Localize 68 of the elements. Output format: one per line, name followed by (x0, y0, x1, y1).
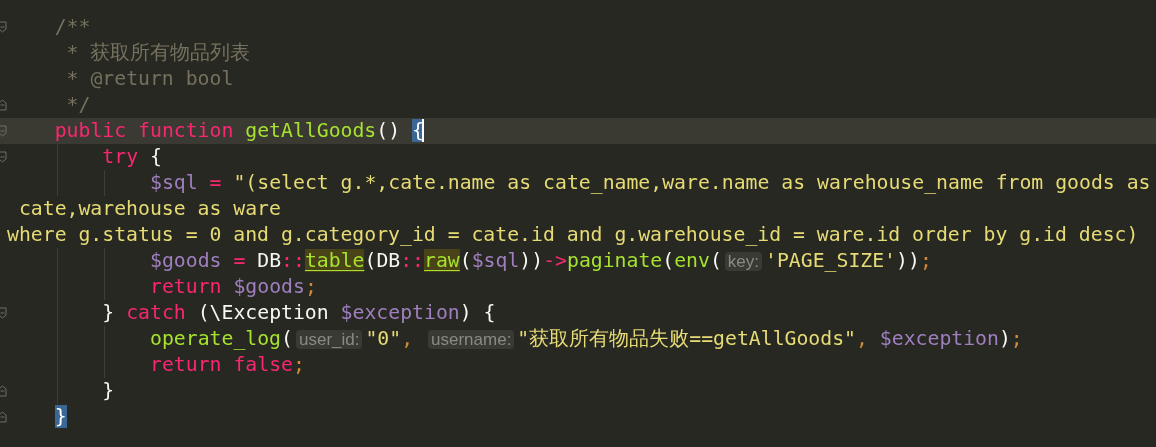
keyword: catch (126, 301, 186, 324)
code-text: (DB (364, 249, 401, 272)
keyword: return (150, 275, 222, 298)
punctuation: , (401, 327, 414, 350)
keyword: public (54, 119, 127, 142)
code-text: DB (257, 249, 282, 272)
parameter-hint: user_id: (295, 330, 363, 349)
operator: = (233, 249, 246, 272)
fold-icon[interactable] (0, 385, 7, 397)
matched-brace: { (412, 119, 424, 142)
code-text: { (150, 145, 162, 168)
code-text: ) (998, 327, 1011, 350)
code-text: )) (896, 249, 920, 272)
variable: $exception (879, 327, 999, 350)
method-name: table (304, 249, 365, 272)
variable: $sql (471, 249, 520, 272)
function-name: operate_log (150, 327, 282, 350)
string-literal: "0" (365, 327, 402, 350)
code-text: ( (459, 249, 472, 272)
code-comment: * 获取所有物品列表 (66, 41, 251, 64)
fold-icon[interactable] (0, 307, 7, 319)
code-comment: * @return bool (66, 67, 234, 90)
string-literal: "获取所有物品失败==getAllGoods" (517, 327, 856, 350)
variable: $goods (150, 249, 222, 272)
function-name: getAllGoods (245, 119, 377, 142)
keyword: try (102, 145, 139, 168)
code-text: } (102, 379, 115, 402)
fold-icon[interactable] (0, 151, 7, 163)
string-literal: 'PAGE_SIZE' (765, 249, 897, 272)
string-literal: "(select g.*,cate.name as cate_name,ware.name as warehouse_name from goods as (233, 171, 1151, 194)
operator: :: (281, 249, 305, 272)
matched-brace: } (54, 405, 67, 428)
punctuation: ; (1010, 327, 1023, 350)
variable: $exception (340, 301, 460, 324)
punctuation: ; (304, 275, 317, 298)
code-text: () (376, 119, 401, 142)
variable: $sql (150, 171, 198, 194)
keyword: return (150, 353, 222, 376)
code-text: (\Exception (197, 301, 329, 324)
function-name: paginate (567, 249, 663, 272)
parameter-hint: key: (724, 252, 763, 271)
fold-icon[interactable] (0, 125, 7, 137)
parameter-hint: username: (428, 330, 515, 349)
operator: = (209, 171, 222, 194)
string-literal: where g.status = 0 and g.category_id = cate.id and g.warehouse_id = ware.id order by g.id desc) (7, 223, 1139, 246)
method-name: raw (424, 249, 460, 272)
punctuation: ; (292, 353, 305, 376)
punctuation: , (856, 327, 868, 350)
code-comment: */ (66, 93, 91, 116)
operator: :: (400, 249, 425, 272)
code-text: { (483, 301, 496, 324)
keyword: false (233, 353, 293, 376)
function-name: env (674, 249, 710, 272)
keyword: function (138, 119, 234, 142)
string-literal: cate,warehouse as ware (18, 197, 281, 220)
fold-icon[interactable] (0, 21, 7, 33)
punctuation: ; (919, 249, 932, 272)
code-text: ( (662, 249, 675, 272)
code-text: } (102, 301, 115, 324)
operator: -> (543, 249, 567, 272)
fold-icon[interactable] (0, 411, 7, 423)
code-text: ( (709, 249, 722, 272)
code-comment: /** (54, 15, 91, 38)
code-text: ) (459, 301, 472, 324)
code-text: )) (519, 249, 544, 272)
code-text: ( (281, 327, 293, 350)
variable: $goods (233, 275, 305, 298)
fold-icon[interactable] (0, 99, 7, 111)
